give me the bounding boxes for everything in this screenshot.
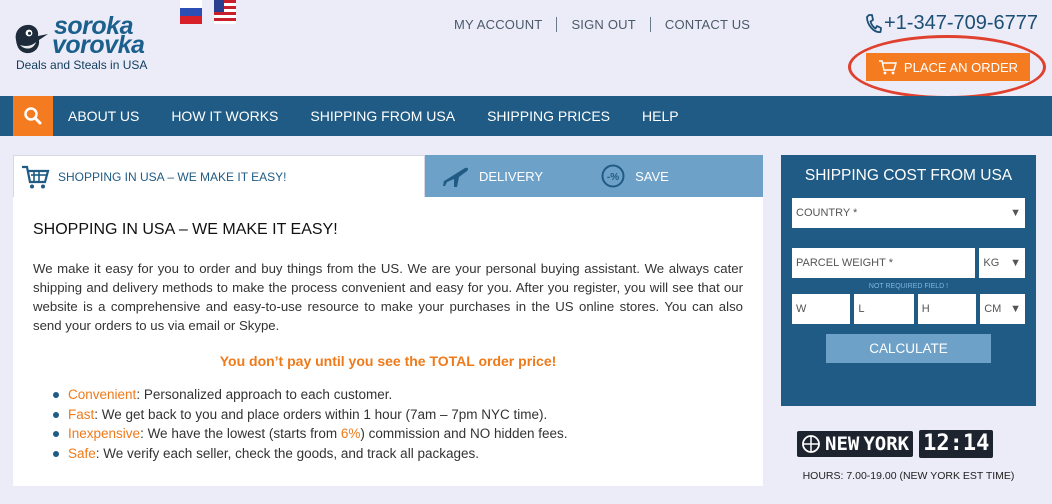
height-input[interactable]: H	[917, 294, 977, 324]
shopping-cart-icon	[22, 165, 50, 188]
optional-field-note: NOT REQUIRED FIELD !	[868, 283, 949, 290]
width-placeholder: W	[796, 303, 807, 315]
list-item: Convenient: Personalized approach to eac…	[53, 385, 743, 405]
width-input[interactable]: W	[792, 294, 851, 324]
length-placeholder: L	[858, 303, 865, 315]
chevron-down-icon: ▼	[1010, 257, 1021, 269]
search-button[interactable]	[13, 96, 53, 136]
benefit-text: : We have the lowest (starts from	[140, 426, 341, 441]
account-links: MY ACCOUNT SIGN OUT CONTACT US	[440, 17, 764, 32]
chevron-down-icon: ▼	[1010, 207, 1021, 219]
country-select[interactable]: COUNTRY * ▼	[792, 198, 1025, 228]
russian-flag-icon[interactable]	[180, 0, 202, 24]
discount-icon: -%	[601, 164, 625, 188]
shopping-info-panel: SHOPPING IN USA – WE MAKE IT EASY! DELIV…	[13, 155, 763, 486]
tab-content: SHOPPING IN USA – WE MAKE IT EASY! We ma…	[13, 197, 763, 463]
new-york-clock: NEW YORK 12:14	[797, 430, 994, 458]
contact-us-link[interactable]: CONTACT US	[649, 17, 764, 32]
discount-badge-text: -%	[607, 172, 619, 183]
tab-save[interactable]: -% SAVE	[601, 164, 669, 188]
search-icon	[24, 107, 42, 125]
phone-number-text: +1-347-709-6777	[884, 12, 1039, 34]
working-hours: HOURS: 7.00-19.00 (NEW YORK EST TIME)	[802, 470, 1015, 482]
logo-tagline: Deals and Steals in USA	[16, 58, 148, 72]
country-placeholder: COUNTRY *	[796, 207, 858, 219]
length-input[interactable]: L	[854, 294, 914, 324]
airplane-icon	[441, 167, 469, 187]
clock-minute: 14	[962, 431, 990, 456]
weight-unit-value: KG	[983, 257, 1000, 269]
tab-strip: DELIVERY -% SAVE	[425, 155, 763, 197]
nav-help[interactable]: HELP	[626, 108, 695, 124]
tab-save-label: SAVE	[635, 168, 669, 184]
section-heading: SHOPPING IN USA – WE MAKE IT EASY!	[33, 221, 338, 238]
sign-out-link[interactable]: SIGN OUT	[556, 17, 649, 32]
benefit-key: Convenient	[68, 387, 137, 402]
benefit-key: Safe	[68, 445, 96, 461]
nav-about-us[interactable]: ABOUT US	[53, 108, 155, 124]
city-board: NEW YORK	[797, 431, 914, 457]
weight-unit-select[interactable]: KG ▼	[979, 248, 1025, 278]
my-account-link[interactable]: MY ACCOUNT	[440, 17, 556, 32]
parcel-weight-input[interactable]: PARCEL WEIGHT *	[792, 248, 976, 278]
calculate-button[interactable]: CALCULATE	[826, 334, 991, 363]
usa-flag-icon[interactable]	[214, 0, 236, 24]
nav-shipping-from-usa[interactable]: SHIPPING FROM USA	[294, 108, 471, 124]
height-placeholder: H	[921, 303, 930, 315]
site-logo[interactable]: soroka vorovka Deals and Steals in USA	[12, 14, 162, 76]
benefit-text: : We verify each seller, check the goods…	[95, 445, 479, 461]
main-navigation: ABOUT US HOW IT WORKS SHIPPING FROM USA …	[0, 96, 1052, 136]
phone-icon	[866, 13, 882, 33]
tab-shopping-in-usa[interactable]: SHOPPING IN USA – WE MAKE IT EASY!	[13, 155, 425, 197]
clock-hour: 12	[923, 431, 950, 456]
dimension-unit-value: CM	[984, 303, 1002, 315]
city-name-second: YORK	[863, 433, 910, 455]
benefit-text: ) commission and NO hidden fees.	[360, 426, 568, 441]
globe-icon	[802, 435, 820, 453]
nav-shipping-prices[interactable]: SHIPPING PRICES	[471, 108, 626, 124]
intro-paragraph: We make it easy for you to order and buy…	[33, 261, 743, 333]
calculator-title: SHIPPING COST FROM USA	[804, 167, 1013, 184]
benefit-text: : Personalized approach to each customer…	[136, 387, 393, 402]
list-item: Fast: We get back to you and place order…	[53, 405, 743, 425]
logo-text-vorovka: vorovka	[52, 31, 145, 59]
commission-percent: 6%	[340, 426, 361, 441]
magpie-logo-icon	[15, 24, 49, 54]
benefits-list: Convenient: Personalized approach to eac…	[33, 385, 743, 463]
shipping-calculator: SHIPPING COST FROM USA COUNTRY * ▼ PARCE…	[781, 155, 1036, 406]
tab-delivery[interactable]: DELIVERY	[439, 163, 543, 189]
list-item: Inexpensive: We have the lowest (starts …	[53, 424, 743, 444]
tab-delivery-label: DELIVERY	[479, 168, 544, 184]
info-tabs: SHOPPING IN USA – WE MAKE IT EASY! DELIV…	[13, 155, 763, 197]
city-name-first: NEW	[825, 433, 860, 455]
place-order-button[interactable]: PLACE AN ORDER	[866, 53, 1030, 81]
chevron-down-icon: ▼	[1010, 303, 1022, 315]
dimension-unit-select[interactable]: CM ▼	[980, 294, 1026, 324]
place-order-label: PLACE AN ORDER	[903, 59, 1019, 75]
benefit-key: Inexpensive	[68, 426, 141, 441]
benefit-text: : We get back to you and place orders wi…	[94, 406, 548, 422]
parcel-weight-placeholder: PARCEL WEIGHT *	[796, 257, 893, 269]
benefit-key: Fast	[68, 406, 95, 422]
price-highlight: You don’t pay until you see the TOTAL or…	[219, 353, 557, 369]
list-item: Safe: We verify each seller, check the g…	[53, 444, 743, 464]
phone-number[interactable]: +1-347-709-6777	[864, 12, 1038, 35]
clock-time: 12:14	[919, 430, 994, 458]
tab-shopping-label: SHOPPING IN USA – WE MAKE IT EASY!	[58, 169, 287, 184]
shopping-cart-icon	[878, 60, 897, 75]
nav-how-it-works[interactable]: HOW IT WORKS	[155, 108, 294, 124]
